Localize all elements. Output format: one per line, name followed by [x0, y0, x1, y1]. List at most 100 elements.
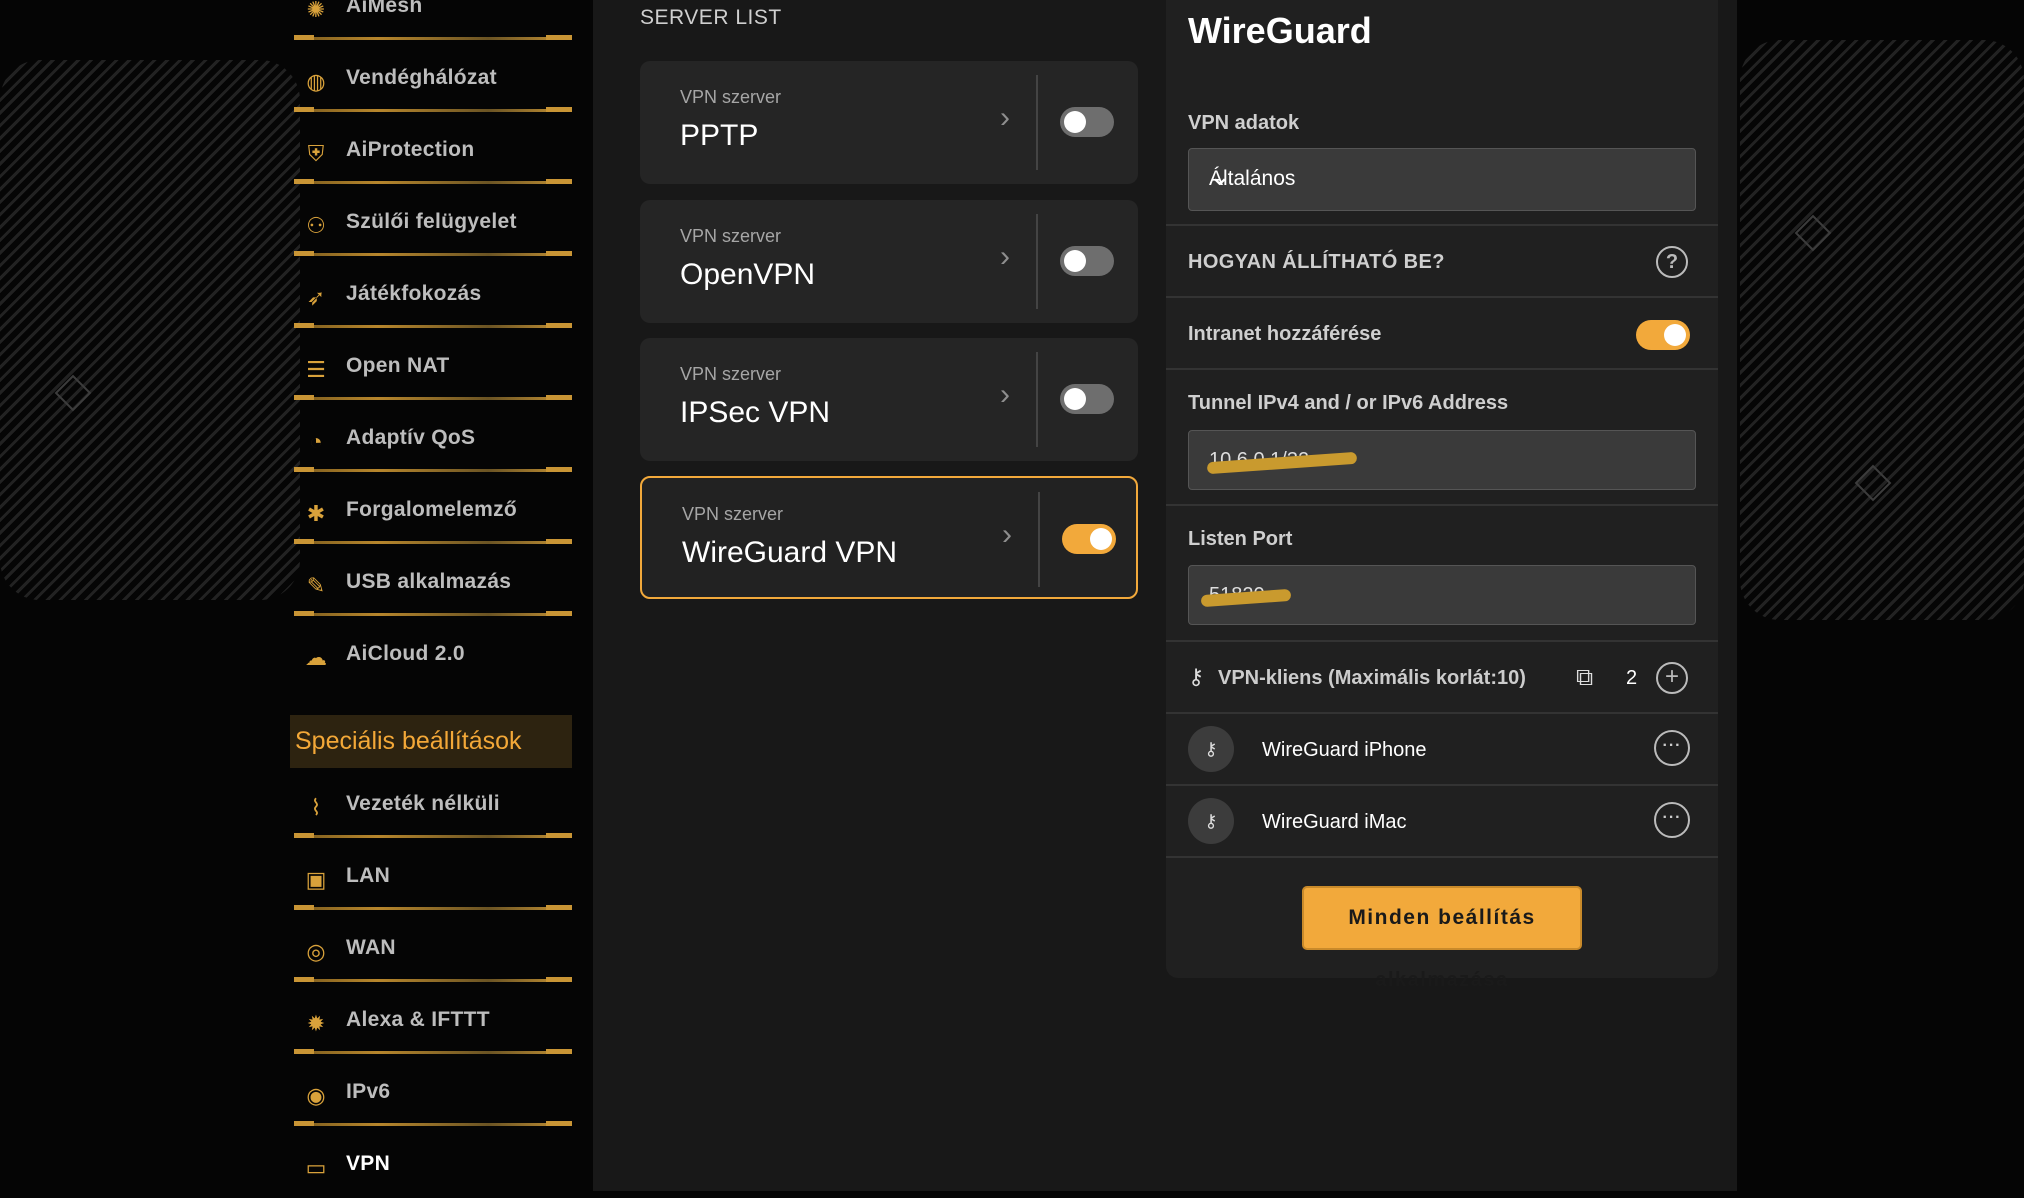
server-card-pptp[interactable]: VPN szerver PPTP › [640, 61, 1138, 184]
sidebar-item-wan[interactable]: ◎ WAN [290, 918, 572, 982]
ipv6-icon: ◉ [306, 1083, 326, 1108]
listen-port-input[interactable]: 51820 [1188, 565, 1696, 625]
divider [1166, 712, 1718, 714]
divider [294, 395, 572, 400]
server-name: WireGuard VPN [682, 536, 898, 569]
divider [294, 467, 572, 472]
divider [1166, 784, 1718, 786]
divider [294, 179, 572, 184]
server-name: PPTP [680, 119, 759, 152]
server-icon: ☰ [306, 357, 326, 382]
globe-icon: ◎ [306, 939, 326, 964]
client-name: WireGuard iPhone [1262, 739, 1427, 761]
apply-all-button[interactable]: Minden beállítás alkalmazása [1302, 886, 1582, 991]
chevron-right-icon[interactable]: › [1000, 240, 1010, 274]
intranet-label: Intranet hozzáférése [1188, 323, 1382, 345]
server-name: IPSec VPN [680, 396, 831, 429]
sidebar-item-aicloud[interactable]: ☁ AiCloud 2.0 [290, 624, 572, 688]
divider [294, 323, 572, 328]
sidebar-item-usb[interactable]: ✎ USB alkalmazás [290, 552, 572, 616]
server-toggle[interactable] [1062, 524, 1116, 554]
server-name: OpenVPN [680, 258, 816, 291]
server-card-openvpn[interactable]: VPN szerver OpenVPN › [640, 200, 1138, 323]
sidebar-item-label: AiCloud 2.0 [346, 642, 465, 665]
sidebar-item-aiprotection[interactable]: ⛨ AiProtection [290, 120, 572, 184]
server-card-wireguard[interactable]: VPN szerver WireGuard VPN › [640, 476, 1138, 599]
lan-icon: ▣ [305, 867, 327, 892]
family-icon: ⚇ [306, 213, 326, 238]
divider [1166, 640, 1718, 642]
server-toggle[interactable] [1060, 107, 1114, 137]
lock-shield-icon: ⛨ [307, 141, 325, 166]
apply-button-label-line2: alkalmazása [1375, 969, 1509, 991]
add-client-icon[interactable]: + [1656, 662, 1688, 694]
wireless-icon: ⌇ [310, 795, 322, 820]
divider [294, 107, 572, 112]
divider [294, 977, 572, 982]
apply-button-label: Minden beállítás [1348, 906, 1536, 929]
sidebar-item-label: LAN [346, 864, 391, 887]
sidebar-item-vpn[interactable]: ▭ VPN [290, 1134, 572, 1198]
mesh-icon: ✺ [306, 0, 326, 22]
sidebar-item-wireless[interactable]: ⌇ Vezeték nélküli [290, 774, 572, 838]
sidebar-item-guest-network[interactable]: ◍ Vendéghálózat [290, 48, 572, 112]
guest-network-icon: ◍ [306, 69, 326, 94]
key-icon: ⚷ [1188, 798, 1234, 844]
chevron-right-icon[interactable]: › [1000, 378, 1010, 412]
more-options-icon[interactable]: ··· [1654, 730, 1690, 766]
server-type: VPN szerver [682, 504, 784, 524]
server-list-title: SERVER LIST [640, 6, 782, 29]
vpn-clients-label: VPN-kliens (Maximális korlát:10) [1218, 667, 1526, 689]
sidebar-item-label: Vendéghálózat [346, 66, 497, 89]
server-toggle[interactable] [1060, 384, 1114, 414]
chevron-down-icon: ⌄ [1209, 161, 1231, 191]
sidebar-item-label: Vezeték nélküli [346, 792, 500, 815]
divider [1166, 504, 1718, 506]
divider [1036, 214, 1038, 309]
server-toggle[interactable] [1060, 246, 1114, 276]
sidebar-item-open-nat[interactable]: ☰ Open NAT [290, 336, 572, 400]
vpn-data-label: VPN adatok [1188, 112, 1300, 134]
intranet-toggle[interactable] [1636, 320, 1690, 350]
chart-icon: ✱ [306, 501, 326, 526]
sidebar-item-label: Adaptív QoS [346, 426, 476, 449]
cloud-icon: ☁ [305, 645, 327, 670]
tunnel-address-input[interactable]: 10.6.0.1/32 [1188, 430, 1696, 490]
divider [294, 35, 572, 40]
server-type: VPN szerver [680, 87, 782, 107]
sidebar-item-label: AiProtection [346, 138, 475, 161]
sidebar-item-alexa[interactable]: ✹ Alexa & IFTTT [290, 990, 572, 1054]
key-icon: ⚷ [1188, 726, 1234, 772]
usb-icon: ✎ [306, 573, 326, 598]
divider [1036, 352, 1038, 447]
sidebar-item-label: Forgalomelemző [346, 498, 518, 521]
devices-icon: ⧉ [1576, 664, 1594, 691]
listen-port-label: Listen Port [1188, 528, 1293, 550]
section-title-text: Speciális beállítások [295, 727, 522, 755]
server-card-ipsec[interactable]: VPN szerver IPSec VPN › [640, 338, 1138, 461]
server-type: VPN szerver [680, 364, 782, 384]
howto-label: HOGYAN ÁLLÍTHATÓ BE? [1188, 251, 1445, 273]
clients-count: 2 [1626, 667, 1638, 689]
divider [1166, 856, 1718, 858]
divider [294, 1049, 572, 1054]
chevron-right-icon[interactable]: › [1000, 101, 1010, 135]
gauge-icon: ◔ [309, 429, 323, 454]
more-options-icon[interactable]: ··· [1654, 802, 1690, 838]
key-icon: ⚷ [1188, 664, 1205, 689]
help-icon[interactable]: ? [1656, 246, 1688, 278]
sidebar-item-adaptive-qos[interactable]: ◔ Adaptív QoS [290, 408, 572, 472]
divider [1036, 75, 1038, 170]
sidebar-item-game-boost[interactable]: ➶ Játékfokozás [290, 264, 572, 328]
chevron-right-icon[interactable]: › [1002, 518, 1012, 552]
vpn-data-select[interactable]: Általános ⌄ [1188, 148, 1696, 211]
sidebar-item-lan[interactable]: ▣ LAN [290, 846, 572, 910]
sidebar-item-aimesh[interactable]: ✺ AiMesh [290, 0, 572, 40]
sidebar-item-label: IPv6 [346, 1080, 391, 1103]
sidebar-item-ipv6[interactable]: ◉ IPv6 [290, 1062, 572, 1126]
sidebar-item-traffic-analyzer[interactable]: ✱ Forgalomelemző [290, 480, 572, 544]
sidebar-item-label: Alexa & IFTTT [346, 1008, 490, 1031]
sidebar-item-parental[interactable]: ⚇ Szülői felügyelet [290, 192, 572, 256]
divider [294, 833, 572, 838]
divider [1166, 224, 1718, 226]
